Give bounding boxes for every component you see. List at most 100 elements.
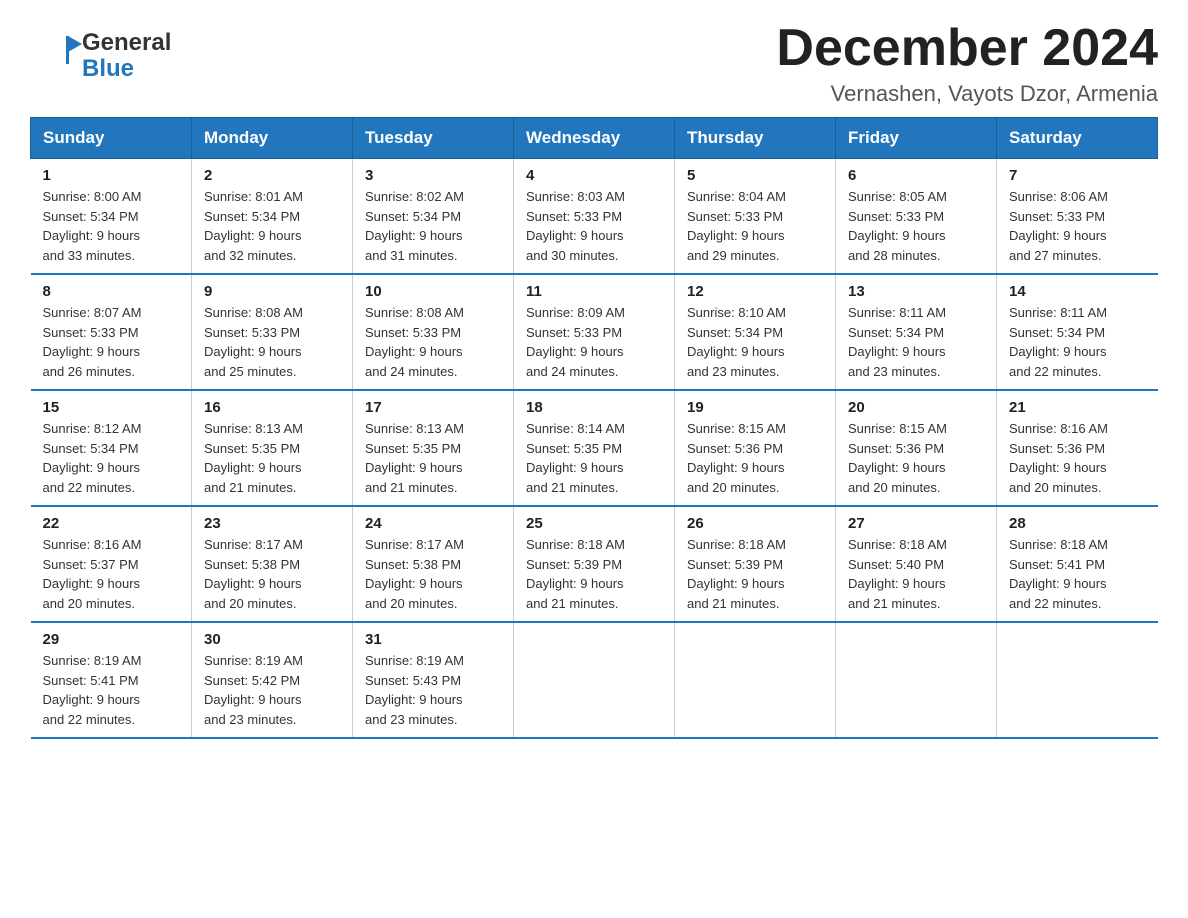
- day-info: Sunrise: 8:05 AM Sunset: 5:33 PM Dayligh…: [848, 187, 984, 265]
- calendar-week-row: 15 Sunrise: 8:12 AM Sunset: 5:34 PM Dayl…: [31, 390, 1158, 506]
- table-row: 4 Sunrise: 8:03 AM Sunset: 5:33 PM Dayli…: [514, 159, 675, 275]
- table-row: 1 Sunrise: 8:00 AM Sunset: 5:34 PM Dayli…: [31, 159, 192, 275]
- table-row: 6 Sunrise: 8:05 AM Sunset: 5:33 PM Dayli…: [836, 159, 997, 275]
- day-number: 4: [526, 167, 662, 184]
- title-section: December 2024 Vernashen, Vayots Dzor, Ar…: [776, 20, 1158, 107]
- day-number: 2: [204, 167, 340, 184]
- day-info: Sunrise: 8:13 AM Sunset: 5:35 PM Dayligh…: [204, 419, 340, 497]
- table-row: 18 Sunrise: 8:14 AM Sunset: 5:35 PM Dayl…: [514, 390, 675, 506]
- day-info: Sunrise: 8:13 AM Sunset: 5:35 PM Dayligh…: [365, 419, 501, 497]
- day-number: 24: [365, 515, 501, 532]
- day-info: Sunrise: 8:18 AM Sunset: 5:39 PM Dayligh…: [526, 535, 662, 613]
- table-row: 11 Sunrise: 8:09 AM Sunset: 5:33 PM Dayl…: [514, 274, 675, 390]
- table-row: 30 Sunrise: 8:19 AM Sunset: 5:42 PM Dayl…: [192, 622, 353, 738]
- table-row: 23 Sunrise: 8:17 AM Sunset: 5:38 PM Dayl…: [192, 506, 353, 622]
- table-row: 7 Sunrise: 8:06 AM Sunset: 5:33 PM Dayli…: [997, 159, 1158, 275]
- day-number: 23: [204, 515, 340, 532]
- table-row: 10 Sunrise: 8:08 AM Sunset: 5:33 PM Dayl…: [353, 274, 514, 390]
- day-number: 20: [848, 399, 984, 416]
- day-info: Sunrise: 8:10 AM Sunset: 5:34 PM Dayligh…: [687, 303, 823, 381]
- day-info: Sunrise: 8:14 AM Sunset: 5:35 PM Dayligh…: [526, 419, 662, 497]
- logo-text-general: General: [82, 29, 171, 56]
- col-saturday: Saturday: [997, 118, 1158, 159]
- day-number: 31: [365, 631, 501, 648]
- table-row: 2 Sunrise: 8:01 AM Sunset: 5:34 PM Dayli…: [192, 159, 353, 275]
- table-row: 9 Sunrise: 8:08 AM Sunset: 5:33 PM Dayli…: [192, 274, 353, 390]
- day-info: Sunrise: 8:19 AM Sunset: 5:42 PM Dayligh…: [204, 651, 340, 729]
- day-info: Sunrise: 8:18 AM Sunset: 5:39 PM Dayligh…: [687, 535, 823, 613]
- day-number: 1: [43, 167, 180, 184]
- day-info: Sunrise: 8:16 AM Sunset: 5:37 PM Dayligh…: [43, 535, 180, 613]
- table-row: [675, 622, 836, 738]
- day-number: 18: [526, 399, 662, 416]
- table-row: 15 Sunrise: 8:12 AM Sunset: 5:34 PM Dayl…: [31, 390, 192, 506]
- day-info: Sunrise: 8:06 AM Sunset: 5:33 PM Dayligh…: [1009, 187, 1146, 265]
- day-number: 14: [1009, 283, 1146, 300]
- table-row: 13 Sunrise: 8:11 AM Sunset: 5:34 PM Dayl…: [836, 274, 997, 390]
- table-row: 8 Sunrise: 8:07 AM Sunset: 5:33 PM Dayli…: [31, 274, 192, 390]
- day-number: 16: [204, 399, 340, 416]
- table-row: 25 Sunrise: 8:18 AM Sunset: 5:39 PM Dayl…: [514, 506, 675, 622]
- day-number: 11: [526, 283, 662, 300]
- col-friday: Friday: [836, 118, 997, 159]
- day-info: Sunrise: 8:15 AM Sunset: 5:36 PM Dayligh…: [848, 419, 984, 497]
- table-row: 3 Sunrise: 8:02 AM Sunset: 5:34 PM Dayli…: [353, 159, 514, 275]
- calendar-table: Sunday Monday Tuesday Wednesday Thursday…: [30, 117, 1158, 739]
- day-info: Sunrise: 8:01 AM Sunset: 5:34 PM Dayligh…: [204, 187, 340, 265]
- col-tuesday: Tuesday: [353, 118, 514, 159]
- table-row: 26 Sunrise: 8:18 AM Sunset: 5:39 PM Dayl…: [675, 506, 836, 622]
- day-number: 29: [43, 631, 180, 648]
- page-header: General Blue December 2024 Vernashen, Va…: [30, 20, 1158, 107]
- table-row: 27 Sunrise: 8:18 AM Sunset: 5:40 PM Dayl…: [836, 506, 997, 622]
- day-info: Sunrise: 8:12 AM Sunset: 5:34 PM Dayligh…: [43, 419, 180, 497]
- day-info: Sunrise: 8:04 AM Sunset: 5:33 PM Dayligh…: [687, 187, 823, 265]
- day-info: Sunrise: 8:17 AM Sunset: 5:38 PM Dayligh…: [204, 535, 340, 613]
- logo-icon: [30, 30, 82, 82]
- day-number: 22: [43, 515, 180, 532]
- day-info: Sunrise: 8:19 AM Sunset: 5:41 PM Dayligh…: [43, 651, 180, 729]
- calendar-header-row: Sunday Monday Tuesday Wednesday Thursday…: [31, 118, 1158, 159]
- day-number: 5: [687, 167, 823, 184]
- day-number: 27: [848, 515, 984, 532]
- day-number: 6: [848, 167, 984, 184]
- table-row: 19 Sunrise: 8:15 AM Sunset: 5:36 PM Dayl…: [675, 390, 836, 506]
- table-row: 17 Sunrise: 8:13 AM Sunset: 5:35 PM Dayl…: [353, 390, 514, 506]
- day-info: Sunrise: 8:00 AM Sunset: 5:34 PM Dayligh…: [43, 187, 180, 265]
- day-info: Sunrise: 8:11 AM Sunset: 5:34 PM Dayligh…: [1009, 303, 1146, 381]
- day-number: 9: [204, 283, 340, 300]
- day-number: 10: [365, 283, 501, 300]
- day-info: Sunrise: 8:07 AM Sunset: 5:33 PM Dayligh…: [43, 303, 180, 381]
- logo-text-blue: Blue: [82, 55, 134, 82]
- table-row: 29 Sunrise: 8:19 AM Sunset: 5:41 PM Dayl…: [31, 622, 192, 738]
- day-number: 26: [687, 515, 823, 532]
- table-row: 16 Sunrise: 8:13 AM Sunset: 5:35 PM Dayl…: [192, 390, 353, 506]
- day-number: 19: [687, 399, 823, 416]
- col-monday: Monday: [192, 118, 353, 159]
- table-row: 24 Sunrise: 8:17 AM Sunset: 5:38 PM Dayl…: [353, 506, 514, 622]
- table-row: 21 Sunrise: 8:16 AM Sunset: 5:36 PM Dayl…: [997, 390, 1158, 506]
- table-row: 14 Sunrise: 8:11 AM Sunset: 5:34 PM Dayl…: [997, 274, 1158, 390]
- table-row: 5 Sunrise: 8:04 AM Sunset: 5:33 PM Dayli…: [675, 159, 836, 275]
- calendar-week-row: 22 Sunrise: 8:16 AM Sunset: 5:37 PM Dayl…: [31, 506, 1158, 622]
- day-number: 30: [204, 631, 340, 648]
- day-info: Sunrise: 8:16 AM Sunset: 5:36 PM Dayligh…: [1009, 419, 1146, 497]
- day-info: Sunrise: 8:02 AM Sunset: 5:34 PM Dayligh…: [365, 187, 501, 265]
- month-year-title: December 2024: [776, 20, 1158, 77]
- table-row: 28 Sunrise: 8:18 AM Sunset: 5:41 PM Dayl…: [997, 506, 1158, 622]
- day-number: 7: [1009, 167, 1146, 184]
- logo: General Blue: [30, 20, 171, 83]
- day-number: 8: [43, 283, 180, 300]
- day-number: 3: [365, 167, 501, 184]
- location-subtitle: Vernashen, Vayots Dzor, Armenia: [776, 81, 1158, 107]
- day-number: 25: [526, 515, 662, 532]
- table-row: [836, 622, 997, 738]
- day-info: Sunrise: 8:09 AM Sunset: 5:33 PM Dayligh…: [526, 303, 662, 381]
- calendar-week-row: 1 Sunrise: 8:00 AM Sunset: 5:34 PM Dayli…: [31, 159, 1158, 275]
- calendar-week-row: 29 Sunrise: 8:19 AM Sunset: 5:41 PM Dayl…: [31, 622, 1158, 738]
- day-number: 12: [687, 283, 823, 300]
- day-info: Sunrise: 8:11 AM Sunset: 5:34 PM Dayligh…: [848, 303, 984, 381]
- day-number: 21: [1009, 399, 1146, 416]
- col-sunday: Sunday: [31, 118, 192, 159]
- calendar-week-row: 8 Sunrise: 8:07 AM Sunset: 5:33 PM Dayli…: [31, 274, 1158, 390]
- day-number: 13: [848, 283, 984, 300]
